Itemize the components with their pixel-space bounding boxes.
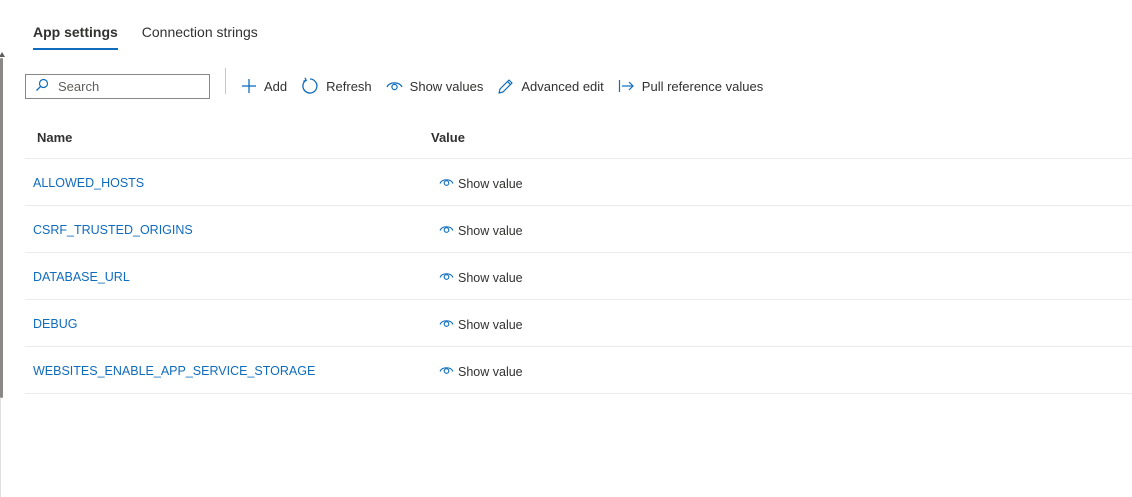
table-row: DATABASE_URL Show value (25, 253, 1132, 300)
show-value-button[interactable]: Show value (439, 177, 523, 191)
show-value-label: Show value (458, 224, 523, 238)
refresh-icon (301, 77, 319, 95)
tab-app-settings[interactable]: App settings (33, 24, 118, 50)
eye-icon (439, 271, 454, 285)
pull-arrow-icon (618, 79, 635, 93)
app-settings-table: Name Value ALLOWED_HOSTS Show value CSRF… (25, 118, 1132, 394)
show-value-label: Show value (458, 318, 523, 332)
table-row: ALLOWED_HOSTS Show value (25, 159, 1132, 206)
show-value-button[interactable]: Show value (439, 271, 523, 285)
refresh-button[interactable]: Refresh (301, 77, 372, 95)
toolbar: Add Refresh Show values Advanced edit Pu… (25, 68, 777, 99)
pull-reference-values-button[interactable]: Pull reference values (618, 79, 763, 94)
eye-icon (439, 318, 454, 332)
eye-icon (439, 224, 454, 238)
show-values-button[interactable]: Show values (386, 78, 484, 94)
settings-tabs: App settings Connection strings (33, 24, 258, 50)
refresh-label: Refresh (326, 78, 372, 94)
show-value-label: Show value (458, 177, 523, 191)
setting-name-link[interactable]: DATABASE_URL (33, 270, 130, 284)
show-value-button[interactable]: Show value (439, 224, 523, 238)
search-icon (35, 78, 49, 95)
setting-name-link[interactable]: WEBSITES_ENABLE_APP_SERVICE_STORAGE (33, 364, 315, 378)
column-header-name[interactable]: Name (37, 130, 72, 145)
show-value-label: Show value (458, 271, 523, 285)
tab-connection-strings[interactable]: Connection strings (142, 24, 258, 48)
show-value-button[interactable]: Show value (439, 318, 523, 332)
column-header-value[interactable]: Value (431, 130, 465, 145)
eye-icon (439, 365, 454, 379)
add-button[interactable]: Add (241, 78, 287, 94)
scroll-up-arrow[interactable] (0, 52, 5, 57)
left-scrollbar-track[interactable] (0, 398, 1, 497)
eye-icon (386, 80, 403, 92)
add-label: Add (264, 78, 288, 94)
table-row: DEBUG Show value (25, 300, 1132, 347)
left-scrollbar-thumb[interactable] (0, 58, 3, 398)
search-box[interactable] (25, 73, 210, 99)
advanced-edit-button[interactable]: Advanced edit (497, 78, 604, 95)
show-value-label: Show value (458, 365, 523, 379)
setting-name-link[interactable]: CSRF_TRUSTED_ORIGINS (33, 223, 193, 237)
toolbar-divider (225, 68, 226, 94)
eye-icon (439, 177, 454, 191)
show-value-button[interactable]: Show value (439, 365, 523, 379)
table-row: CSRF_TRUSTED_ORIGINS Show value (25, 206, 1132, 253)
show-values-label: Show values (409, 78, 484, 94)
plus-icon (241, 78, 257, 94)
pencil-icon (497, 78, 514, 95)
setting-name-link[interactable]: DEBUG (33, 317, 77, 331)
search-input[interactable] (58, 78, 188, 94)
pull-reference-label: Pull reference values (641, 78, 764, 94)
setting-name-link[interactable]: ALLOWED_HOSTS (33, 176, 144, 190)
advanced-edit-label: Advanced edit (521, 78, 604, 94)
table-header: Name Value (25, 118, 1132, 159)
table-row: WEBSITES_ENABLE_APP_SERVICE_STORAGE Show… (25, 347, 1132, 394)
